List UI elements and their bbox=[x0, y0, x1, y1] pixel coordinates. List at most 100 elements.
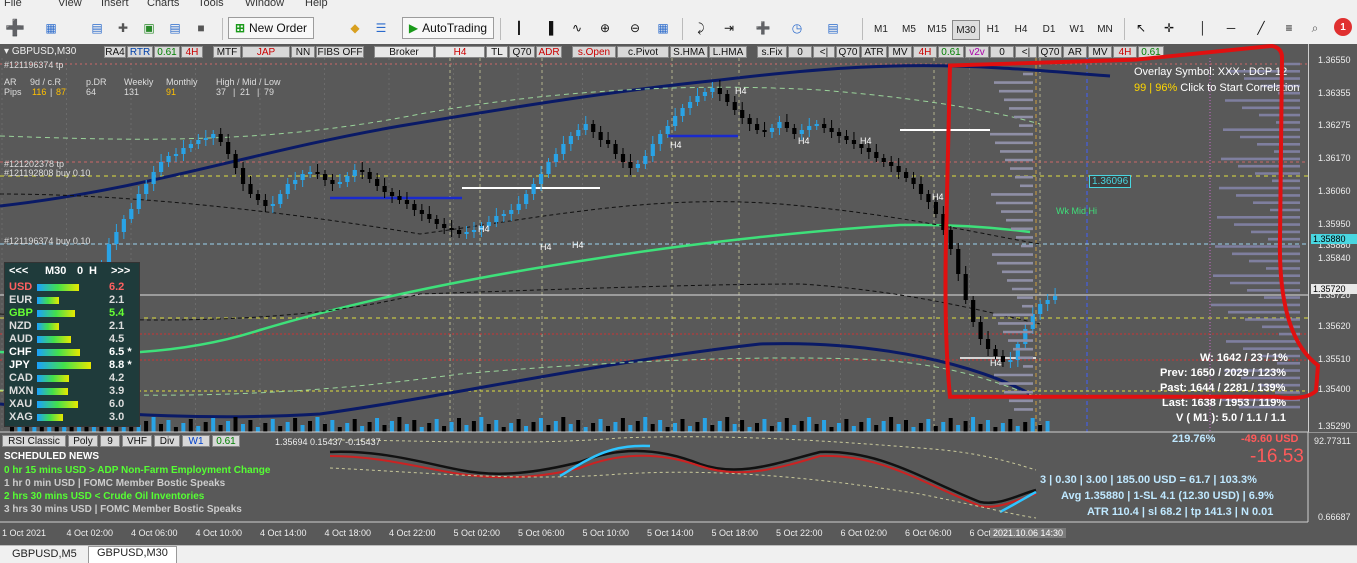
menu-help[interactable]: Help bbox=[305, 0, 328, 9]
header-button[interactable]: RTR bbox=[127, 46, 153, 58]
chart-window[interactable]: H4 H4 H4 H4 H4 H4 H4 H4 H4 ▾ GBPUSD,M30 RA4 RTR 0.… bbox=[0, 44, 1357, 545]
header-button[interactable]: TL bbox=[486, 46, 508, 58]
header-button[interactable]: FIBS OFF bbox=[316, 46, 364, 58]
header-button[interactable]: NN bbox=[291, 46, 315, 58]
search-icon[interactable]: ⌕ bbox=[1304, 17, 1326, 39]
pivot-label: H4 bbox=[572, 240, 584, 250]
header-button[interactable]: H4 bbox=[435, 46, 485, 58]
header-button[interactable]: 0.61 bbox=[154, 46, 180, 58]
tab-gbpusd-m5[interactable]: GBPUSD,M5 bbox=[4, 548, 85, 562]
cursor-icon[interactable]: ↖ bbox=[1130, 17, 1152, 39]
templates-icon[interactable]: ▤ bbox=[822, 17, 844, 39]
tf-w1[interactable]: W1 bbox=[1064, 20, 1090, 38]
header-button[interactable]: 4H bbox=[181, 46, 203, 58]
candle-body bbox=[233, 154, 238, 168]
signals-icon[interactable]: ☰ bbox=[370, 17, 392, 39]
subwindow-button[interactable]: VHF bbox=[122, 435, 152, 447]
metaeditor-icon[interactable]: ◆ bbox=[344, 17, 366, 39]
menu-view[interactable]: View bbox=[58, 0, 82, 9]
header-button[interactable]: MTF bbox=[213, 46, 241, 58]
tf-h4[interactable]: H4 bbox=[1008, 20, 1034, 38]
data-window-icon[interactable]: ▣ bbox=[138, 17, 160, 39]
menu-insert[interactable]: Insert bbox=[101, 0, 129, 9]
bar-chart-icon[interactable]: ┃ bbox=[508, 17, 530, 39]
currency-code[interactable]: XAG bbox=[9, 411, 33, 424]
zoom-in-icon[interactable]: ⊕ bbox=[594, 17, 616, 39]
currency-code[interactable]: JPY bbox=[9, 359, 30, 372]
header-button[interactable]: L.HMA bbox=[709, 46, 747, 58]
new-order-button[interactable]: ⊞ New Order bbox=[228, 17, 314, 39]
tf-m1[interactable]: M1 bbox=[868, 20, 894, 38]
tab-gbpusd-m30[interactable]: GBPUSD,M30 bbox=[88, 546, 177, 563]
notification-badge[interactable]: 1 bbox=[1334, 18, 1352, 36]
chart-shift-icon[interactable]: ⇥ bbox=[718, 17, 740, 39]
terminal-icon[interactable]: ▤ bbox=[164, 17, 186, 39]
currency-code[interactable]: AUD bbox=[9, 333, 33, 346]
periods-icon[interactable]: ◷ bbox=[786, 17, 808, 39]
header-button[interactable]: 4H bbox=[913, 46, 937, 58]
header-button[interactable]: RA4 bbox=[104, 46, 126, 58]
horizontal-line-icon[interactable]: ─ bbox=[1220, 17, 1242, 39]
tf-m5[interactable]: M5 bbox=[896, 20, 922, 38]
currency-code[interactable]: CHF bbox=[9, 346, 32, 359]
header-button[interactable]: S.HMA bbox=[670, 46, 708, 58]
crosshair-icon[interactable]: ✛ bbox=[1158, 17, 1180, 39]
header-button[interactable]: Q70 bbox=[836, 46, 860, 58]
pivot-label: H4 bbox=[670, 140, 682, 150]
header-button[interactable]: MV bbox=[888, 46, 912, 58]
zoom-out-icon[interactable]: ⊖ bbox=[624, 17, 646, 39]
tile-windows-icon[interactable]: ▦ bbox=[652, 17, 674, 39]
tf-m15[interactable]: M15 bbox=[924, 20, 950, 38]
tf-h1[interactable]: H1 bbox=[980, 20, 1006, 38]
autoscroll-icon[interactable]: ⤸ bbox=[690, 17, 712, 39]
indicators-icon[interactable]: ➕ bbox=[752, 17, 774, 39]
more-tools-icon[interactable]: ≡ bbox=[1278, 17, 1300, 39]
subwindow-button[interactable]: Poly bbox=[68, 435, 98, 447]
tf-d1[interactable]: D1 bbox=[1036, 20, 1062, 38]
autotrading-button[interactable]: ▶ AutoTrading bbox=[402, 17, 494, 39]
candle-body bbox=[568, 136, 573, 144]
currency-code[interactable]: GBP bbox=[9, 307, 33, 320]
currency-code[interactable]: EUR bbox=[9, 294, 32, 307]
subwindow-button[interactable]: 0.61 bbox=[212, 435, 240, 447]
header-button[interactable]: ATR bbox=[861, 46, 887, 58]
trendline-icon[interactable]: ╱ bbox=[1250, 17, 1272, 39]
subwindow-button[interactable]: RSI Classic bbox=[2, 435, 66, 447]
new-chart-icon[interactable]: ➕ bbox=[4, 17, 26, 39]
subwindow-button[interactable]: Div bbox=[154, 435, 180, 447]
currency-code[interactable]: XAU bbox=[9, 398, 32, 411]
menu-window[interactable]: Window bbox=[245, 0, 284, 9]
header-button[interactable]: c.Pivot bbox=[617, 46, 669, 58]
header-button[interactable]: Broker bbox=[374, 46, 434, 58]
vertical-line-icon[interactable]: │ bbox=[1192, 17, 1214, 39]
indicator-subwindow[interactable]: RSI Classic Poly 9 VHF Div W1 0.61 1.35694 0.1… bbox=[0, 432, 1357, 545]
prev-button[interactable]: <<< bbox=[9, 265, 28, 277]
navigator-icon[interactable]: ✚ bbox=[112, 17, 134, 39]
currency-code[interactable]: MXN bbox=[9, 385, 33, 398]
currency-code[interactable]: CAD bbox=[9, 372, 33, 385]
header-button[interactable]: s.Open bbox=[572, 46, 616, 58]
header-button[interactable]: JAP bbox=[242, 46, 290, 58]
subwindow-button[interactable]: 9 bbox=[100, 435, 120, 447]
currency-strength: 3.9 bbox=[109, 385, 125, 397]
header-button[interactable]: 0 bbox=[788, 46, 812, 58]
tf-mn[interactable]: MN bbox=[1092, 20, 1118, 38]
tf-m30[interactable]: M30 bbox=[952, 20, 980, 40]
currency-code[interactable]: NZD bbox=[9, 320, 32, 333]
subwindow-button[interactable]: W1 bbox=[182, 435, 210, 447]
candles-icon[interactable]: ▐ bbox=[538, 17, 560, 39]
currency-code[interactable]: USD bbox=[9, 281, 32, 294]
market-watch-icon[interactable]: ▤ bbox=[86, 17, 108, 39]
menu-file[interactable]: File bbox=[4, 0, 22, 9]
profiles-icon[interactable]: ▦ bbox=[40, 17, 62, 39]
menu-charts[interactable]: Charts bbox=[147, 0, 179, 9]
menu-tools[interactable]: Tools bbox=[198, 0, 224, 9]
line-chart-icon[interactable]: ∿ bbox=[566, 17, 588, 39]
next-button[interactable]: >>> bbox=[111, 265, 130, 277]
header-button[interactable]: <| bbox=[813, 46, 835, 58]
strategy-tester-icon[interactable]: ■ bbox=[190, 17, 212, 39]
header-button[interactable]: ADR bbox=[536, 46, 562, 58]
candle-body bbox=[300, 174, 305, 180]
header-button[interactable]: Q70 bbox=[509, 46, 535, 58]
header-button[interactable]: s.Fix bbox=[757, 46, 787, 58]
